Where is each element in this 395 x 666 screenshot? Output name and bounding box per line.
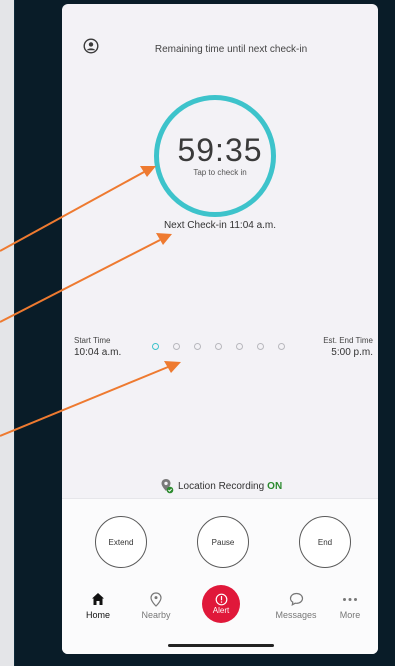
check-in-progress-dots bbox=[152, 343, 285, 350]
nav-messages[interactable]: Messages bbox=[274, 591, 318, 620]
more-icon bbox=[343, 597, 357, 601]
alert-label: Alert bbox=[212, 606, 230, 615]
alert-button[interactable]: Alert bbox=[202, 585, 240, 623]
progress-dot bbox=[152, 343, 159, 350]
nav-more-label: More bbox=[339, 610, 361, 620]
progress-dot bbox=[278, 343, 285, 350]
end-time-value: 5:00 p.m. bbox=[331, 347, 373, 358]
nav-messages-label: Messages bbox=[275, 610, 317, 620]
end-time: Est. End Time 5:00 p.m. bbox=[323, 336, 373, 358]
nav-home[interactable]: Home bbox=[76, 591, 120, 620]
location-recording-label: Location Recording bbox=[178, 480, 265, 492]
home-indicator bbox=[168, 644, 274, 647]
nav-more[interactable]: More bbox=[328, 591, 372, 620]
nav-home-label: Home bbox=[85, 610, 110, 620]
progress-dot bbox=[236, 343, 243, 350]
phone-bezel: Remaining time until next check-in 59:35… bbox=[14, 0, 395, 666]
nearby-icon bbox=[150, 591, 162, 607]
location-status-on: ON bbox=[267, 480, 283, 492]
nav-nearby-label: Nearby bbox=[141, 610, 171, 620]
alert-icon bbox=[215, 593, 227, 606]
progress-dot bbox=[257, 343, 264, 350]
pause-button[interactable]: Pause bbox=[197, 516, 249, 568]
action-panel: Extend Pause End bbox=[62, 498, 378, 654]
home-icon bbox=[92, 593, 104, 605]
progress-dot bbox=[173, 343, 180, 350]
phone-screen: Remaining time until next check-in 59:35… bbox=[62, 4, 378, 654]
progress-dot bbox=[215, 343, 222, 350]
end-button[interactable]: End bbox=[299, 516, 351, 568]
next-check-in-label: Next Check-in 11:04 a.m. bbox=[163, 220, 277, 231]
start-time-label: Start Time bbox=[74, 336, 111, 345]
start-time-value: 10:04 a.m. bbox=[74, 347, 122, 358]
end-time-label: Est. End Time bbox=[323, 336, 373, 345]
extend-button[interactable]: Extend bbox=[95, 516, 147, 568]
messages-icon bbox=[289, 592, 303, 606]
progress-dot bbox=[194, 343, 201, 350]
location-recording-status: Location Recording ON bbox=[160, 478, 282, 494]
start-time: Start Time 10:04 a.m. bbox=[74, 336, 121, 358]
timer-value: 59:35 bbox=[177, 132, 263, 168]
background-strip bbox=[0, 0, 15, 666]
remaining-time-label: Remaining time until next check-in bbox=[154, 44, 308, 55]
location-pin-icon bbox=[161, 479, 174, 494]
nav-nearby[interactable]: Nearby bbox=[134, 591, 178, 620]
tap-to-check-in-label: Tap to check in bbox=[193, 168, 247, 177]
